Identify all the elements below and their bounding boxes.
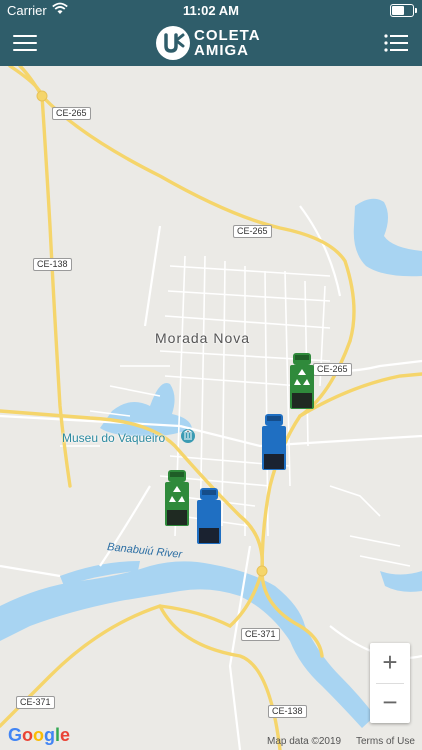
town-label: Morada Nova bbox=[155, 330, 251, 346]
road-label: CE-265 bbox=[313, 363, 352, 376]
terms-of-use-link[interactable]: Terms of Use bbox=[356, 736, 415, 747]
clock-time: 11:02 AM bbox=[183, 3, 239, 18]
road-label: CE-138 bbox=[33, 258, 72, 271]
road-label: CE-265 bbox=[52, 107, 91, 120]
recycling-truck-icon[interactable] bbox=[289, 353, 315, 413]
logo-line-1: COLETA bbox=[194, 27, 261, 44]
road-label: CE-138 bbox=[268, 705, 307, 718]
map-canvas bbox=[0, 66, 422, 750]
zoom-in-button[interactable]: + bbox=[370, 643, 410, 683]
road-label: CE-371 bbox=[16, 696, 55, 709]
google-logo: Google bbox=[8, 725, 71, 745]
map-view[interactable]: CE-265 CE-265 CE-138 CE-265 CE-371 CE-37… bbox=[0, 66, 422, 750]
app-name: COLETA AMIGA bbox=[194, 28, 261, 58]
list-icon[interactable] bbox=[384, 34, 408, 52]
logo-mark-icon bbox=[156, 26, 190, 60]
road-label: CE-371 bbox=[241, 628, 280, 641]
hamburger-menu-icon[interactable] bbox=[13, 35, 37, 53]
zoom-out-button[interactable]: − bbox=[370, 683, 410, 723]
map-data-attribution: Map data ©2019 bbox=[267, 736, 342, 747]
garbage-truck-icon[interactable] bbox=[196, 488, 222, 548]
recycling-truck-icon[interactable] bbox=[164, 470, 190, 530]
museum-label[interactable]: Museu do Vaqueiro bbox=[62, 431, 165, 445]
garbage-truck-icon[interactable] bbox=[261, 414, 287, 474]
zoom-controls: + − bbox=[370, 643, 410, 723]
battery-icon bbox=[390, 4, 417, 17]
status-bar: Carrier 11:02 AM bbox=[0, 0, 422, 20]
road-label: CE-265 bbox=[233, 225, 272, 238]
logo-line-2: AMIGA bbox=[194, 42, 249, 59]
top-navigation-bar: COLETA AMIGA bbox=[0, 20, 422, 66]
